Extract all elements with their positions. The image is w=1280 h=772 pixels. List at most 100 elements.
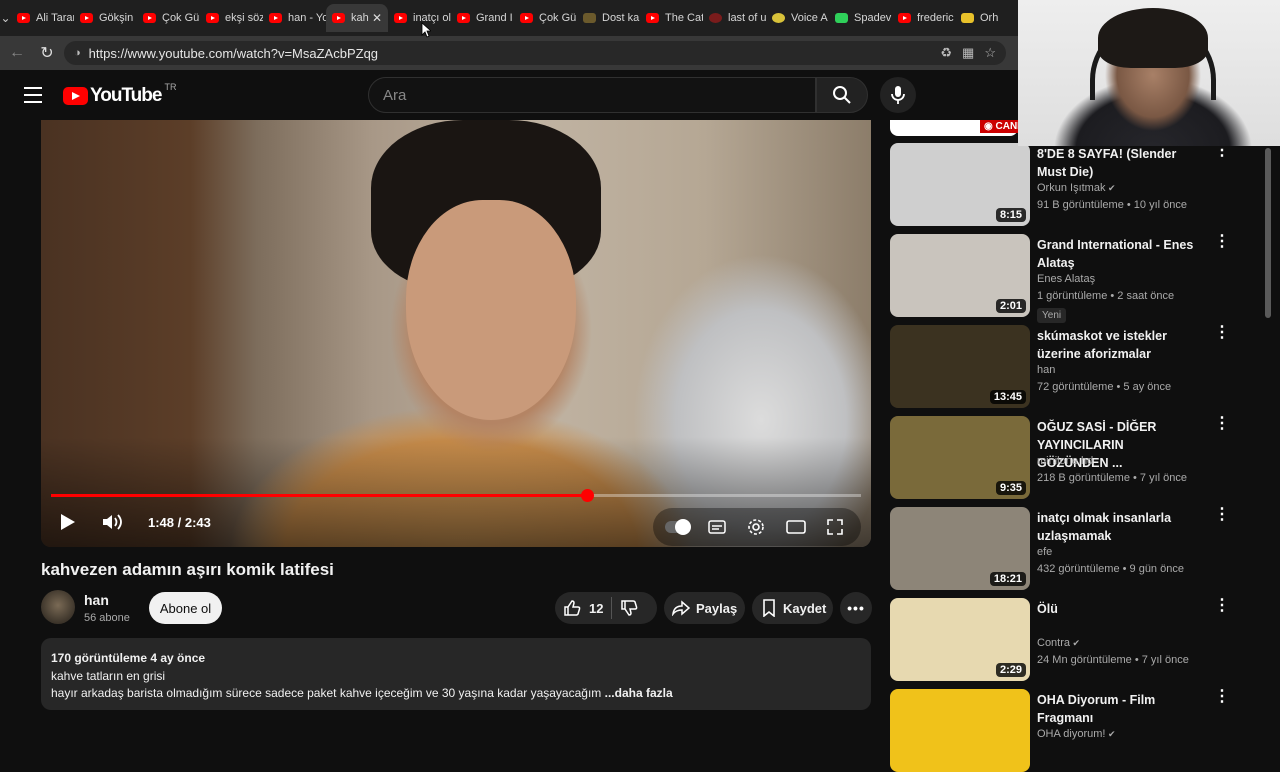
- browser-tab[interactable]: Voice A: [766, 4, 829, 32]
- tab-title: Gökşin D: [99, 12, 137, 24]
- browser-tab[interactable]: Orh: [955, 4, 1018, 32]
- voice-icon: [772, 13, 785, 23]
- address-bar[interactable]: ◑ https://www.youtube.com/watch?v=MsaZAc…: [64, 41, 1006, 65]
- recommendation-thumbnail[interactable]: 8:15: [890, 143, 1030, 226]
- voice-search-button[interactable]: [880, 77, 916, 113]
- recommendation-channel[interactable]: Contra ✔: [1037, 637, 1080, 649]
- recommendation-thumbnail[interactable]: 13:45: [890, 325, 1030, 408]
- theater-mode-icon[interactable]: [786, 519, 806, 535]
- recommendation-channel-name: Enes Alataş: [1037, 273, 1096, 285]
- recommendation-title[interactable]: 8'DE 8 SAYFA! (Slender Must Die): [1037, 145, 1197, 181]
- play-icon[interactable]: [61, 514, 75, 530]
- reload-icon[interactable]: ↻: [32, 43, 62, 63]
- share-label: Paylaş: [696, 600, 738, 616]
- recommendation-menu-icon[interactable]: ⋮: [1214, 325, 1230, 341]
- recommendation-channel[interactable]: minilone hd: [1037, 455, 1093, 467]
- menu-hamburger-icon[interactable]: [24, 87, 42, 108]
- like-count[interactable]: 12: [589, 601, 603, 616]
- verified-check-icon: ✔: [1070, 638, 1081, 648]
- browser-tab[interactable]: frederic: [892, 4, 955, 32]
- bookmark-star-icon[interactable]: ☆: [984, 45, 996, 61]
- recommendation-thumbnail[interactable]: 2:01: [890, 234, 1030, 317]
- recommendation-menu-icon[interactable]: ⋮: [1214, 507, 1230, 523]
- url-text: https://www.youtube.com/watch?v=MsaZAcbP…: [88, 45, 379, 61]
- browser-tab[interactable]: inatçı ol: [388, 4, 451, 32]
- like-thumbs-up-icon[interactable]: [563, 599, 581, 617]
- fullscreen-icon[interactable]: [826, 518, 844, 536]
- more-actions-icon[interactable]: •••: [840, 592, 872, 624]
- recommendation-channel[interactable]: Enes Alataş: [1037, 273, 1095, 285]
- browser-tab[interactable]: last of u: [703, 4, 766, 32]
- subscribe-button[interactable]: Abone ol: [149, 592, 222, 624]
- translate-icon[interactable]: ♻: [940, 45, 952, 61]
- recommendation-title[interactable]: Grand International - Enes Alataş: [1037, 236, 1197, 272]
- channel-name[interactable]: han: [84, 592, 109, 608]
- tab-search-chevron-icon[interactable]: ⌄: [0, 0, 11, 36]
- dislike-thumbs-down-icon[interactable]: [620, 599, 638, 617]
- url-actions: ♻ ▦ ☆: [940, 45, 996, 61]
- recommendation-menu-icon[interactable]: ⋮: [1214, 143, 1230, 159]
- site-info-icon[interactable]: ◑: [74, 47, 81, 59]
- autoplay-toggle[interactable]: [665, 519, 691, 535]
- browser-tab[interactable]: Çok Gü: [137, 4, 200, 32]
- recommendation-channel[interactable]: efe: [1037, 546, 1052, 558]
- recommendation-thumbnail[interactable]: 18:21: [890, 507, 1030, 590]
- tab-title: Çok Gü: [539, 12, 577, 24]
- browser-tab[interactable]: kah ✕: [326, 4, 388, 32]
- recommendation-menu-icon[interactable]: ⋮: [1214, 689, 1230, 705]
- settings-gear-icon[interactable]: [747, 518, 765, 536]
- back-arrow-icon[interactable]: ←: [2, 44, 32, 62]
- youtube-logo[interactable]: YouTube TR: [63, 82, 176, 107]
- save-button[interactable]: Kaydet: [752, 592, 833, 624]
- share-button[interactable]: Paylaş: [664, 592, 745, 624]
- volume-icon[interactable]: [101, 513, 123, 531]
- live-dot-icon: ◉: [984, 121, 993, 132]
- page-scrollbar[interactable]: [1265, 148, 1271, 318]
- recommendation-thumbnail[interactable]: 9:35: [890, 416, 1030, 499]
- recommendation-title[interactable]: Ölü: [1037, 600, 1197, 618]
- browser-tab[interactable]: han - Yo: [263, 4, 326, 32]
- recommendation-menu-icon[interactable]: ⋮: [1214, 234, 1230, 250]
- channel-avatar[interactable]: [41, 590, 75, 624]
- recommendation-title[interactable]: OHA Diyorum - Film Fragmanı: [1037, 691, 1197, 727]
- search-button[interactable]: [816, 77, 868, 113]
- verified-check-icon: ✔: [1105, 729, 1116, 739]
- tab-title: Dost ka: [602, 12, 640, 24]
- youtube-icon: [80, 13, 93, 23]
- verified-check-icon: ✔: [1105, 183, 1116, 193]
- recommendation-thumbnail[interactable]: [890, 689, 1030, 772]
- search-input[interactable]: Ara: [368, 77, 816, 113]
- apps-icon[interactable]: ▦: [962, 45, 974, 61]
- browser-tab[interactable]: The Cat: [640, 4, 703, 32]
- like-divider: [611, 597, 613, 619]
- browser-tab[interactable]: Grand I: [451, 4, 514, 32]
- show-more-link[interactable]: ...daha fazla: [605, 686, 673, 700]
- recommendation-meta: 24 Mn görüntüleme • 7 yıl önce: [1037, 654, 1189, 666]
- webcam-overlay: [1018, 0, 1280, 146]
- browser-tab-bar: ⌄ Ali Taran Gökşin D Çok Gü ekşi söz han - Y…: [0, 0, 1018, 36]
- description-box[interactable]: 170 görüntüleme 4 ay önce kahve tatların…: [41, 638, 871, 710]
- recommendation-channel[interactable]: OHA diyorum! ✔: [1037, 728, 1116, 740]
- subtitles-icon[interactable]: [708, 519, 726, 535]
- youtube-icon: [17, 13, 30, 23]
- browser-toolbar: ← ↻ ◑ https://www.youtube.com/watch?v=Ms…: [0, 36, 1018, 70]
- recommendation-title[interactable]: skúmaskot ve istekler üzerine aforizmala…: [1037, 327, 1197, 363]
- browser-tab[interactable]: Dost ka: [577, 4, 640, 32]
- video-player[interactable]: 1:48 / 2:43: [41, 120, 871, 547]
- recommendation-channel[interactable]: Orkun Işıtmak ✔: [1037, 182, 1116, 194]
- browser-tab[interactable]: Ali Taran: [11, 4, 74, 32]
- recommendation-channel-name: efe: [1037, 546, 1053, 558]
- subscriber-count: 56 abone: [84, 612, 130, 624]
- microphone-icon: [891, 86, 905, 104]
- recommendation-menu-icon[interactable]: ⋮: [1214, 416, 1230, 432]
- browser-tab[interactable]: Spadev: [829, 4, 892, 32]
- recommendation-channel[interactable]: han: [1037, 364, 1055, 376]
- browser-tab[interactable]: Gökşin D: [74, 4, 137, 32]
- browser-tab[interactable]: ekşi söz: [200, 4, 263, 32]
- recommendation-thumbnail[interactable]: 2:29: [890, 598, 1030, 681]
- progress-bar[interactable]: [51, 489, 861, 502]
- recommendation-menu-icon[interactable]: ⋮: [1214, 598, 1230, 614]
- browser-tab[interactable]: Çok Gü: [514, 4, 577, 32]
- recommendation-title[interactable]: inatçı olmak insanlarla uzlaşmamak: [1037, 509, 1197, 545]
- tab-close-icon[interactable]: ✕: [372, 11, 382, 25]
